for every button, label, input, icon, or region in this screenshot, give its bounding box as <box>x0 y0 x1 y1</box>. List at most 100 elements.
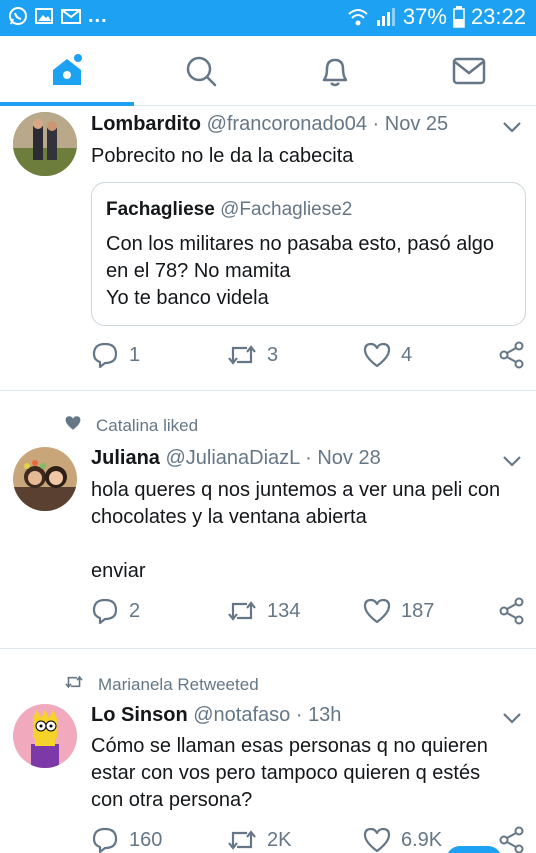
avatar[interactable] <box>13 704 77 768</box>
tweet-actions: 1 3 4 <box>91 340 531 370</box>
retweet-button[interactable]: 134 <box>227 596 300 626</box>
reply-icon <box>91 341 119 369</box>
tweet-text: Pobrecito no le da la cabecita <box>91 145 354 167</box>
quoted-author-name: Fachagliese <box>106 199 215 220</box>
clock: 23:22 <box>470 4 526 29</box>
tweet[interactable]: Catalina liked Juliana @JulianaDiazL · N… <box>0 391 536 649</box>
social-context: Catalina liked <box>64 415 198 436</box>
author-name[interactable]: Lo Sinson <box>91 704 188 726</box>
search-icon <box>184 54 218 88</box>
more-notifications: ... <box>88 5 108 27</box>
quoted-header: Fachagliese @Fachagliese2 <box>106 199 352 221</box>
heart-icon <box>363 827 391 853</box>
home-icon <box>49 53 85 89</box>
notification-icons: ... <box>8 6 108 26</box>
reply-icon <box>91 826 119 853</box>
reply-button[interactable]: 1 <box>91 340 140 370</box>
tweet-header: Lombardito @francoronado04 · Nov 25 <box>91 113 448 136</box>
quoted-text: Con los militares no pasaba esto, pasó a… <box>106 231 516 312</box>
reply-count: 160 <box>129 828 163 851</box>
text-line: hola queres q nos juntemos a ver una pel… <box>91 479 501 501</box>
author-handle[interactable]: @francoronado04 <box>207 113 367 135</box>
gallery-icon <box>34 6 54 26</box>
wifi-icon <box>347 6 369 28</box>
text-line <box>91 531 521 558</box>
like-button[interactable]: 4 <box>363 340 412 370</box>
chevron-down-icon[interactable] <box>500 449 524 473</box>
share-button[interactable] <box>498 596 526 626</box>
like-button[interactable]: 187 <box>363 596 434 626</box>
tweet-text: hola queres q nos juntemos a ver una pel… <box>91 477 521 585</box>
context-text[interactable]: Catalina liked <box>96 416 198 436</box>
heart-icon <box>363 342 391 368</box>
tweet-header: Juliana @JulianaDiazL · Nov 28 <box>91 447 381 470</box>
quoted-line: Con los militares no pasaba esto, pasó a… <box>106 233 495 255</box>
tab-messages[interactable] <box>402 36 536 106</box>
tab-notifications[interactable] <box>268 36 402 106</box>
tweet-actions: 2 134 187 <box>91 596 531 626</box>
messages-icon <box>452 56 486 86</box>
heart-icon <box>64 415 82 436</box>
retweet-count: 2K <box>267 828 292 851</box>
mail-icon <box>60 6 81 26</box>
quoted-author-handle: @Fachagliese2 <box>220 199 353 220</box>
retweet-icon <box>227 598 257 624</box>
share-icon <box>498 341 526 369</box>
reply-count: 2 <box>129 599 141 622</box>
share-icon <box>498 597 526 625</box>
share-icon <box>498 826 526 853</box>
text-line: Cómo se llaman esas personas q no quiere… <box>91 735 488 757</box>
like-count: 6.9K <box>401 828 443 851</box>
context-text[interactable]: Marianela Retweeted <box>98 675 259 695</box>
chevron-down-icon[interactable] <box>500 115 524 139</box>
author-name[interactable]: Juliana <box>91 447 160 469</box>
reply-button[interactable]: 2 <box>91 596 140 626</box>
whatsapp-icon <box>8 6 28 26</box>
avatar[interactable] <box>13 447 77 511</box>
retweet-count: 3 <box>267 343 279 366</box>
quoted-line: en el 78? No mamita <box>106 260 291 282</box>
retweet-button[interactable]: 3 <box>227 340 278 370</box>
tab-bar <box>0 36 536 106</box>
like-button[interactable]: 6.9K <box>363 825 442 853</box>
social-context: Marianela Retweeted <box>64 674 259 695</box>
tab-home[interactable] <box>0 36 134 106</box>
tweet[interactable]: Marianela Retweeted Lo Sinson @notafaso … <box>0 649 536 853</box>
reply-button[interactable]: 160 <box>91 825 162 853</box>
author-name[interactable]: Lombardito <box>91 113 201 135</box>
compose-button[interactable] <box>446 846 502 853</box>
tweet-date[interactable]: 13h <box>308 704 341 726</box>
tab-search[interactable] <box>134 36 268 106</box>
separator: · <box>305 447 312 469</box>
status-bar: ... 37% 23:22 <box>0 0 536 36</box>
tweet-date[interactable]: Nov 25 <box>385 113 448 135</box>
text-line: estar con vos pero tampoco quieren q est… <box>91 762 481 784</box>
battery-icon <box>453 6 465 28</box>
author-handle[interactable]: @JulianaDiazL <box>165 447 299 469</box>
status-right: 37% 23:22 <box>347 4 526 30</box>
quoted-tweet[interactable]: Fachagliese @Fachagliese2 Con los milita… <box>91 182 526 326</box>
share-button[interactable] <box>498 825 526 853</box>
reply-icon <box>91 597 119 625</box>
bell-icon <box>318 54 352 88</box>
quoted-line: Yo te banco videla <box>106 287 269 309</box>
active-tab-indicator <box>0 102 134 106</box>
retweet-icon <box>64 674 84 695</box>
retweet-icon <box>227 827 257 853</box>
tweet-text: Cómo se llaman esas personas q no quiere… <box>91 733 521 814</box>
tweet[interactable]: Lombardito @francoronado04 · Nov 25 Pobr… <box>0 107 536 391</box>
text-line: chocolates y la ventana abierta <box>91 506 367 528</box>
text-line: enviar <box>91 560 146 582</box>
chevron-down-icon[interactable] <box>500 706 524 730</box>
like-count: 4 <box>401 343 413 366</box>
signal-icon <box>375 6 397 28</box>
separator: · <box>295 704 303 726</box>
author-handle[interactable]: @notafaso <box>193 704 290 726</box>
retweet-button[interactable]: 2K <box>227 825 291 853</box>
heart-icon <box>363 598 391 624</box>
tweet-date[interactable]: Nov 28 <box>317 447 380 469</box>
share-button[interactable] <box>498 340 526 370</box>
avatar[interactable] <box>13 112 77 176</box>
reply-count: 1 <box>129 343 141 366</box>
battery-percent: 37% <box>402 4 447 29</box>
